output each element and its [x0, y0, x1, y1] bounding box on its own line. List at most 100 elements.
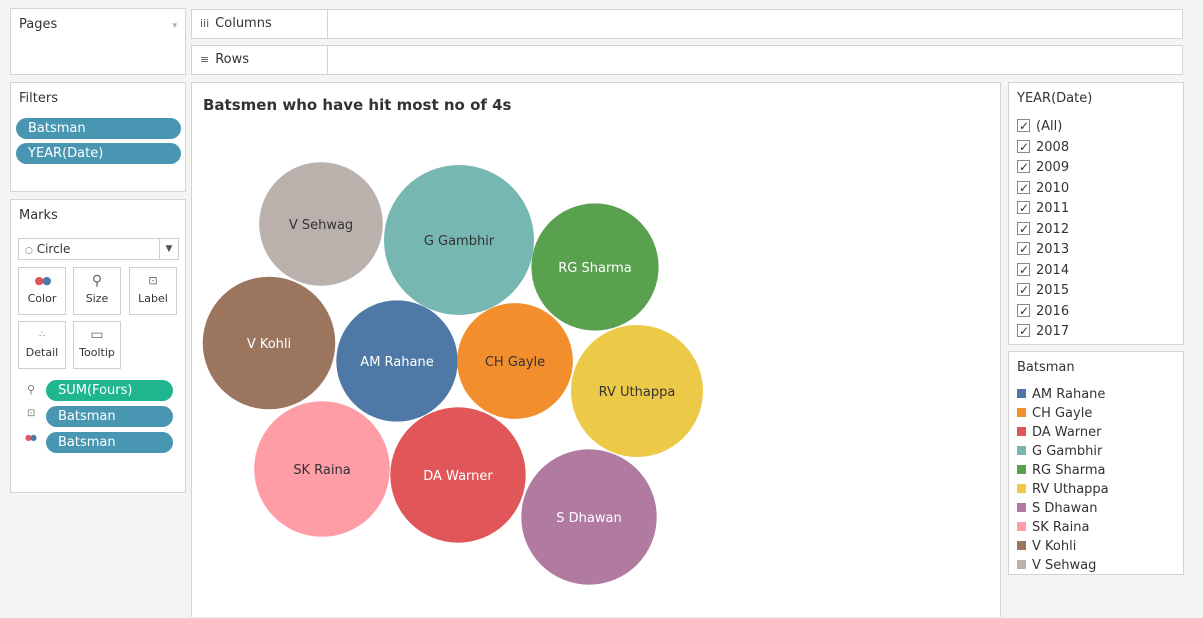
bubble-mark[interactable]: RG Sharma	[531, 203, 659, 331]
legend-item[interactable]: RG Sharma	[1017, 461, 1105, 480]
year-option[interactable]: 2010	[1017, 178, 1070, 199]
mark-field-sum-fours[interactable]: SUM(Fours)	[46, 380, 173, 401]
checkbox-icon[interactable]	[1017, 301, 1030, 321]
pages-title: Pages	[19, 17, 58, 32]
circle-icon: ○	[25, 246, 33, 256]
mark-field-batsman-color[interactable]: Batsman	[46, 432, 173, 453]
filters-title: Filters	[19, 91, 58, 106]
columns-text: Columns	[215, 16, 272, 31]
year-option[interactable]: (All)	[1017, 116, 1062, 137]
filter-pill-batsman[interactable]: Batsman	[16, 118, 181, 139]
checkbox-icon[interactable]	[1017, 321, 1030, 341]
color-icon: ●●	[34, 274, 51, 287]
pages-menu-icon[interactable]: ▾	[172, 21, 177, 31]
filter-pill-year[interactable]: YEAR(Date)	[16, 143, 181, 164]
mark-type-dropdown[interactable]: ○ Circle ▼	[18, 238, 179, 260]
legend-item[interactable]: RV Uthappa	[1017, 480, 1109, 499]
chevron-down-icon: ▼	[159, 239, 178, 259]
mark-type-label: Circle	[36, 242, 71, 256]
legend-swatch	[1017, 389, 1026, 398]
color-button-label: Color	[27, 292, 57, 305]
checkbox-icon[interactable]	[1017, 178, 1030, 198]
label-button[interactable]: ⊡ Label	[129, 267, 177, 315]
bubble-label: V Sehwag	[289, 218, 353, 233]
columns-shelf[interactable]: iii Columns	[191, 9, 1183, 39]
bubble-mark[interactable]: S Dhawan	[521, 449, 657, 585]
year-option[interactable]: 2008	[1017, 137, 1070, 158]
legend-swatch	[1017, 408, 1026, 417]
mark-field-batsman-label[interactable]: Batsman	[46, 406, 173, 427]
bubble-mark[interactable]: V Sehwag	[259, 162, 383, 286]
detail-icon: ∴	[39, 330, 45, 340]
bubble-label: S Dhawan	[556, 511, 621, 526]
bubble-label: SK Raina	[293, 463, 350, 478]
legend-swatch	[1017, 446, 1026, 455]
legend-item-label: RG Sharma	[1032, 463, 1106, 478]
legend-item[interactable]: V Kohli	[1017, 537, 1076, 556]
size-field-icon: ⚲	[27, 383, 36, 396]
detail-button-label: Detail	[25, 346, 59, 359]
legend-item-label: G Gambhir	[1032, 444, 1103, 459]
legend-item-label: AM Rahane	[1032, 387, 1106, 402]
filters-card: Filters Batsman YEAR(Date)	[10, 82, 186, 192]
legend-swatch	[1017, 541, 1026, 550]
legend-item-label: CH Gayle	[1032, 406, 1093, 421]
year-filter-card: YEAR(Date) (All) 2008 2009 2010 2011 2012 2013…	[1008, 82, 1184, 345]
bubble-mark[interactable]: V Kohli	[202, 276, 336, 410]
year-option[interactable]: 2012	[1017, 219, 1069, 240]
legend-item[interactable]: SK Raina	[1017, 518, 1089, 537]
legend-item[interactable]: AM Rahane	[1017, 385, 1105, 404]
checkbox-icon[interactable]	[1017, 137, 1030, 157]
pages-card: Pages ▾	[10, 8, 186, 75]
legend-title: Batsman	[1017, 360, 1075, 375]
year-option[interactable]: 2009	[1017, 157, 1069, 178]
tooltip-icon: ▭	[90, 327, 104, 343]
bubble-mark[interactable]: DA Warner	[390, 407, 526, 543]
year-option[interactable]: 2017	[1017, 321, 1070, 342]
checkbox-icon[interactable]	[1017, 260, 1030, 280]
columns-icon: iii	[200, 17, 210, 30]
year-option-label: 2017	[1036, 324, 1070, 339]
bubble-label: V Kohli	[247, 337, 291, 352]
checkbox-icon[interactable]	[1017, 116, 1030, 136]
year-option[interactable]: 2015	[1017, 280, 1069, 301]
legend-item[interactable]: S Dhawan	[1017, 499, 1097, 518]
checkbox-icon[interactable]	[1017, 219, 1030, 239]
year-option[interactable]: 2016	[1017, 301, 1070, 322]
checkbox-icon[interactable]	[1017, 239, 1030, 259]
checkbox-icon[interactable]	[1017, 198, 1030, 218]
checkbox-icon[interactable]	[1017, 157, 1030, 177]
detail-button[interactable]: ∴ Detail	[18, 321, 66, 369]
size-button[interactable]: ⚲ Size	[73, 267, 121, 315]
year-option-label: 2010	[1036, 180, 1070, 196]
checkbox-icon[interactable]	[1017, 280, 1030, 300]
color-button[interactable]: ●● Color	[18, 267, 66, 315]
bubble-mark[interactable]: RV Uthappa	[571, 325, 703, 457]
legend-item[interactable]: CH Gayle	[1017, 404, 1092, 423]
legend-item[interactable]: G Gambhir	[1017, 442, 1102, 461]
bubble-label: G Gambhir	[424, 234, 495, 249]
year-option-label: 2008	[1036, 139, 1070, 155]
year-option[interactable]: 2014	[1017, 260, 1069, 281]
legend-item[interactable]: V Sehwag	[1017, 556, 1096, 575]
legend-swatch	[1017, 465, 1026, 474]
year-option-label: 2013	[1036, 242, 1070, 257]
bubble-label: CH Gayle	[485, 355, 545, 370]
year-option-label: 2016	[1036, 303, 1070, 319]
bubble-mark[interactable]: CH Gayle	[457, 303, 573, 419]
legend-swatch	[1017, 484, 1026, 493]
bubble-mark[interactable]: G Gambhir	[384, 165, 534, 315]
legend-item[interactable]: DA Warner	[1017, 423, 1102, 442]
legend-item-label: DA Warner	[1032, 425, 1102, 440]
legend-swatch	[1017, 503, 1026, 512]
batsman-legend-card: Batsman AM Rahane CH Gayle DA Warner G Gamb…	[1008, 351, 1184, 575]
bubble-mark[interactable]: SK Raina	[254, 401, 390, 537]
marks-card: Marks ○ Circle ▼ ●● Color ⚲ Size ⊡ Label…	[10, 199, 186, 493]
year-option[interactable]: 2013	[1017, 239, 1070, 260]
bubble-mark[interactable]: AM Rahane	[336, 300, 458, 422]
rows-icon: ≡	[200, 53, 210, 66]
size-icon: ⚲	[91, 273, 103, 289]
tooltip-button[interactable]: ▭ Tooltip	[73, 321, 121, 369]
rows-shelf[interactable]: ≡ Rows	[191, 45, 1183, 75]
year-option[interactable]: 2011	[1017, 198, 1069, 219]
